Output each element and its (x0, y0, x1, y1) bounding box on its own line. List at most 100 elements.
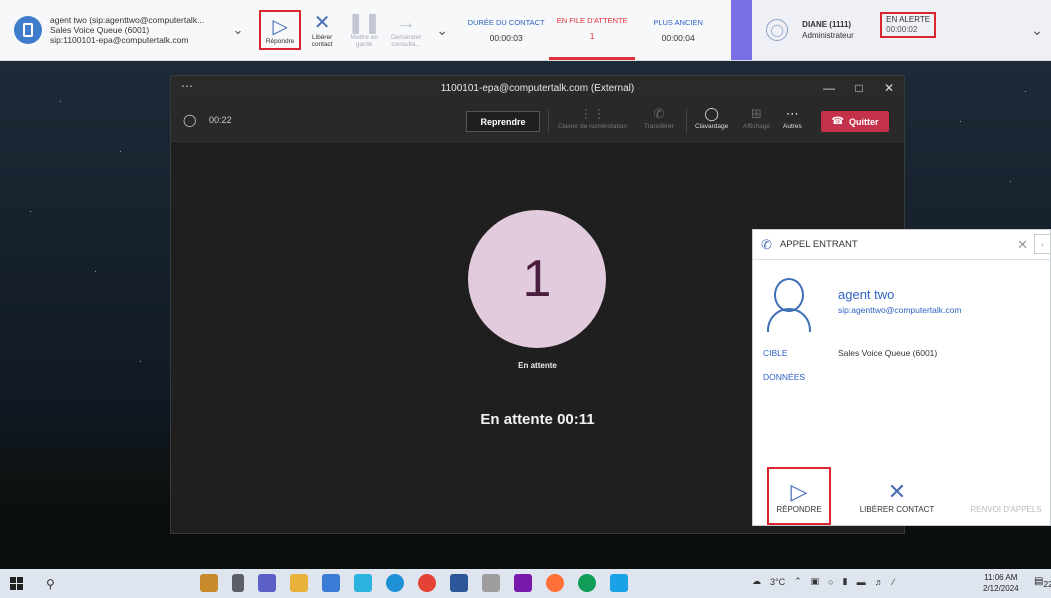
answer-label: Répondre (265, 37, 295, 45)
app-icon[interactable] (322, 574, 340, 592)
contact-line-3: sip:1100101-epa@computertalk.com (50, 35, 189, 45)
x-icon: ✕ (887, 478, 907, 504)
stat-in-queue[interactable]: EN FILE D'ATTENTE 1 (549, 0, 636, 60)
close-icon[interactable]: ✕ (874, 76, 904, 100)
toolbar-divider (548, 109, 549, 133)
pause-icon: ❚❚ (347, 12, 381, 34)
status-color-strip (731, 0, 753, 60)
close-icon[interactable]: ✕ (1017, 237, 1028, 253)
popup-release-button[interactable]: ✕ LIBÉRER CONTACT (859, 467, 935, 525)
firefox-icon[interactable] (546, 574, 564, 592)
contact-actions: ▷ Répondre ✕ Libérer contact ❚❚ Mettre e… (259, 0, 457, 60)
file-explorer-icon[interactable] (290, 574, 308, 592)
task-view-icon[interactable] (232, 574, 244, 592)
call-toolbar: ◯ 00:22 Reprendre ⋮⋮ Clavier de numérota… (171, 100, 904, 142)
user-avatar-icon: ◯ (766, 19, 789, 41)
window-titlebar: ⋯ 1100101-epa@computertalk.com (External… (171, 76, 904, 100)
system-tray: ☁ 3°C ⌃ ▣ ○ ▮ ▬ ♬ ∕ (752, 576, 903, 587)
dialpad-icon: ⋮⋮ (579, 106, 606, 121)
stat-value: 00:00:03 (489, 32, 523, 43)
stat-label: DURÉE DU CONTACT (467, 17, 545, 27)
more-actions-chevron[interactable]: ⌄ (427, 0, 457, 60)
leave-call-label: Quitter (848, 116, 879, 127)
stat-contact-duration[interactable]: DURÉE DU CONTACT 00:00:03 (463, 0, 549, 60)
stat-value: 00:00:04 (661, 32, 695, 43)
play-outline-icon: ▷ (790, 478, 808, 504)
forward-icon: → (995, 479, 1017, 505)
popup-header: ✆ APPEL ENTRANT ✕ ‹ (753, 230, 1050, 260)
edge-icon[interactable] (578, 574, 596, 592)
app-icon[interactable] (354, 574, 372, 592)
search-icon[interactable]: ⚲ (46, 577, 55, 591)
dialpad-button[interactable]: ⋮⋮ Clavier de numérotation (558, 105, 627, 130)
layout-button[interactable]: ⊞ Affichage (743, 105, 770, 130)
target-label[interactable]: CIBLE (763, 348, 788, 358)
word-icon[interactable] (450, 574, 468, 592)
chevron-down-icon[interactable]: ⌄ (1031, 22, 1043, 39)
leave-call-button[interactable]: ☎ Quitter (821, 111, 889, 132)
notification-count: 22 (1043, 579, 1051, 589)
maximize-icon[interactable]: □ (844, 76, 874, 100)
chat-icon: ◯ (704, 106, 719, 121)
minimize-icon[interactable]: — (814, 76, 844, 100)
phone-icon: ✆ (761, 236, 772, 252)
consult-label: Demander consulta... (390, 34, 422, 48)
skype-icon[interactable] (386, 574, 404, 592)
release-contact-button[interactable]: ✕ Libérer contact (301, 0, 343, 60)
start-icon[interactable] (10, 577, 30, 590)
target-value: Sales Voice Queue (6001) (838, 348, 938, 358)
caller-avatar-icon (767, 278, 811, 332)
more-label: Autres (783, 123, 802, 130)
pen-icon[interactable]: ∕ (893, 577, 895, 587)
onenote-icon[interactable] (514, 574, 532, 592)
chat-button[interactable]: ◯ Clavardage (695, 105, 728, 130)
popup-title: APPEL ENTRANT (779, 239, 858, 250)
more-icon[interactable]: ⋯ (181, 79, 193, 93)
more-button[interactable]: ⋯ Autres (783, 105, 802, 130)
release-label: LIBÉRER CONTACT (859, 504, 935, 514)
tray-app-icon[interactable]: ▣ (811, 576, 820, 587)
briefcase-app-icon[interactable] (200, 574, 218, 592)
clock-time: 11:06 AM (984, 573, 1018, 582)
stat-oldest[interactable]: PLUS ANCIEN 00:00:04 (635, 0, 721, 60)
resume-button[interactable]: Reprendre (466, 111, 540, 132)
x-icon: ✕ (313, 12, 331, 34)
answer-button[interactable]: ▷ Répondre (259, 10, 302, 50)
transfer-button[interactable]: ✆ Transférer (644, 105, 674, 130)
network-icon[interactable]: ▬ (857, 577, 866, 587)
queue-stats: DURÉE DU CONTACT 00:00:03 EN FILE D'ATTE… (463, 0, 721, 60)
star (120, 151, 121, 152)
consult-button[interactable]: → Demander consulta... (385, 0, 427, 60)
agent-state-time: 00:00:02 (886, 25, 918, 34)
microphone-icon[interactable]: ▮ (843, 576, 848, 587)
ice-icon[interactable] (610, 574, 628, 592)
hold-button[interactable]: ❚❚ Mettre en garde (343, 0, 385, 60)
hang-up-icon: ☎ (831, 116, 844, 127)
paint-icon[interactable] (482, 574, 500, 592)
contact-center-toolbar: agent two (sip:agenttwo@computertalk... … (0, 0, 1051, 61)
teams-icon[interactable] (258, 574, 276, 592)
notification-icon[interactable]: ▤22 (1034, 576, 1051, 589)
volume-icon[interactable]: ♬ (875, 577, 884, 587)
agent-status-panel[interactable]: ◯ DIANE (1111) Administrateur EN ALERTE … (752, 0, 1051, 60)
data-label[interactable]: DONNÉES (763, 372, 805, 382)
caller-sip: sip:agenttwo@computertalk.com (838, 305, 962, 315)
call-timer: 00:22 (209, 115, 232, 125)
weather-temp[interactable]: 3°C (770, 577, 785, 587)
chevron-down-icon[interactable]: ⌄ (228, 22, 248, 38)
popup-forward-button[interactable]: → RENVOI D'APPELS (963, 467, 1049, 525)
collapse-handle-icon[interactable]: ‹ (1034, 234, 1050, 254)
tray-app-icon[interactable]: ○ (828, 577, 833, 587)
chevron-up-icon[interactable]: ⌃ (794, 576, 802, 587)
star (1010, 181, 1011, 182)
clock[interactable]: 11:06 AM 2/12/2024 (983, 572, 1019, 594)
stat-label: PLUS ANCIEN (653, 17, 703, 27)
weather-icon: ☁ (752, 576, 761, 586)
caller-name: agent two (838, 287, 895, 302)
play-outline-icon: ▷ (272, 15, 288, 38)
popup-answer-button[interactable]: ▷ RÉPONDRE (767, 467, 831, 525)
stat-value: 1 (589, 31, 595, 41)
current-contact[interactable]: agent two (sip:agenttwo@computertalk... … (0, 0, 249, 60)
chrome-icon[interactable] (418, 574, 436, 592)
answer-label: RÉPONDRE (776, 504, 822, 514)
